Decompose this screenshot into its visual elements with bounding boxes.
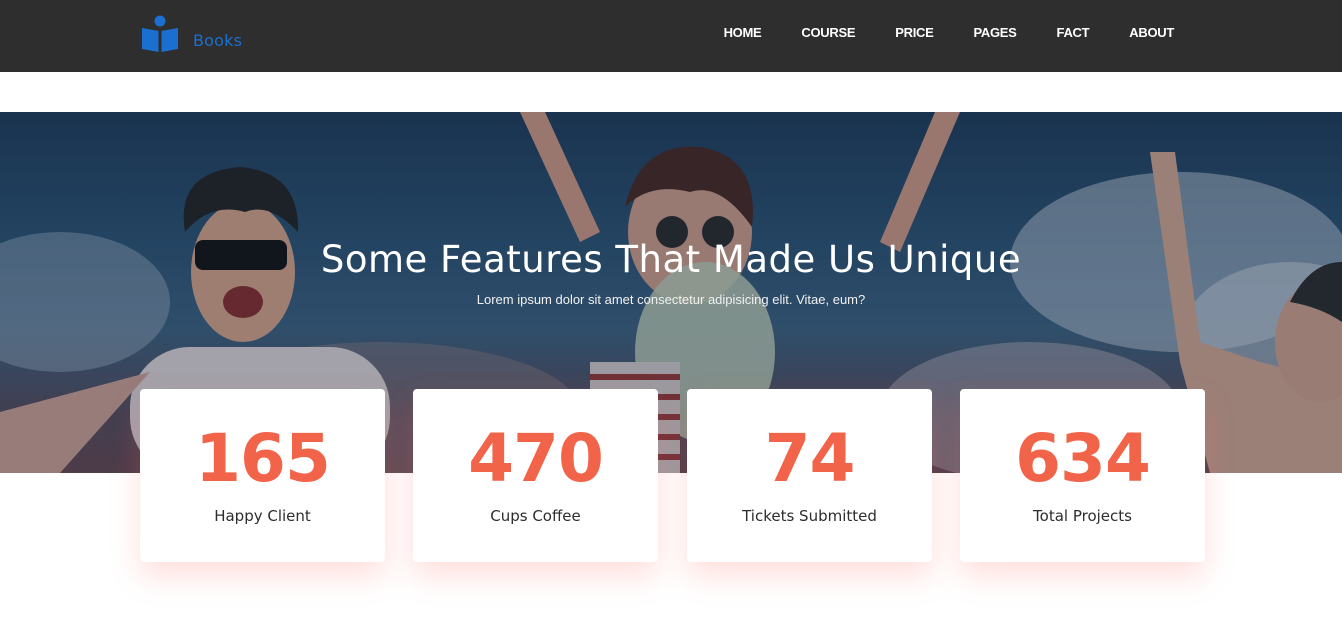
hero-subtitle: Lorem ipsum dolor sit amet consectetur a… xyxy=(476,292,866,307)
nav-fact-link[interactable]: FACT xyxy=(1057,24,1090,42)
stat-card-tickets-submitted: 74 Tickets Submitted xyxy=(687,389,932,562)
stat-value: 165 xyxy=(195,420,331,497)
brand-name: Books xyxy=(193,30,243,50)
brand-logo[interactable]: Books xyxy=(141,14,242,54)
stat-label: Cups Coffee xyxy=(490,507,581,525)
stat-value: 74 xyxy=(764,420,856,497)
nav-menu: HOME COURSE PRICE PAGES FACT ABOUT xyxy=(724,24,1175,42)
stat-card-total-projects: 634 Total Projects xyxy=(960,389,1205,562)
navbar: Books HOME COURSE PRICE PAGES FACT ABOUT xyxy=(0,0,1342,72)
stat-value: 470 xyxy=(468,420,604,497)
hero-title: Some Features That Made Us Unique xyxy=(320,238,1022,281)
stat-value: 634 xyxy=(1015,420,1151,497)
nav-course-link[interactable]: COURSE xyxy=(801,24,855,42)
reader-book-icon xyxy=(142,15,178,52)
stat-label: Total Projects xyxy=(1033,507,1132,525)
stat-label: Happy Client xyxy=(214,507,311,525)
stat-label: Tickets Submitted xyxy=(742,507,877,525)
nav-home-link[interactable]: HOME xyxy=(724,24,762,42)
stat-card-cups-coffee: 470 Cups Coffee xyxy=(413,389,658,562)
stat-card-happy-client: 165 Happy Client xyxy=(140,389,385,562)
stats-section: 165 Happy Client 470 Cups Coffee 74 Tick… xyxy=(140,389,1206,562)
nav-about-link[interactable]: ABOUT xyxy=(1129,24,1174,42)
nav-price-link[interactable]: PRICE xyxy=(895,24,934,42)
nav-pages-link[interactable]: PAGES xyxy=(973,24,1016,42)
